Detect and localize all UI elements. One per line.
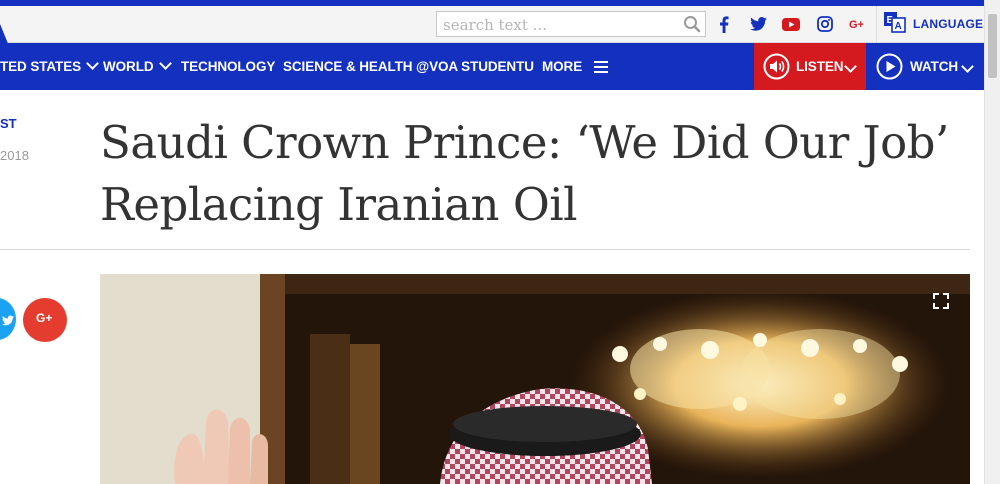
google-plus-icon[interactable]: G+ (847, 13, 869, 35)
fullscreen-icon[interactable] (932, 292, 950, 315)
search-input[interactable] (441, 13, 675, 37)
share-twitter-button[interactable] (0, 298, 16, 340)
article-category[interactable]: ST (0, 116, 17, 131)
chevron-down-icon (844, 60, 857, 73)
headline-line-1: Saudi Crown Prince: ‘We Did Our Job’ (100, 116, 949, 169)
watch-button[interactable]: WATCH (867, 43, 984, 90)
chevron-down-icon (961, 60, 974, 73)
twitter-icon[interactable] (748, 13, 768, 35)
languages-menu[interactable]: BA LANGUAGES (876, 6, 991, 42)
search-icon[interactable] (683, 15, 701, 38)
article-headline: Saudi Crown Prince: ‘We Did Our Job’ Rep… (100, 112, 970, 236)
languages-icon: BA (883, 11, 907, 38)
chevron-down-icon (158, 57, 172, 70)
nav-item-label: TECHNOLOGY (181, 59, 276, 74)
page-scrollbar[interactable] (984, 0, 1000, 484)
headline-divider (0, 249, 970, 250)
watch-label: WATCH (910, 59, 958, 74)
nav-item-technology[interactable]: TECHNOLOGY (181, 43, 275, 90)
svg-text:A: A (895, 21, 902, 32)
article-date: 2018 (0, 148, 29, 163)
svg-text:G+: G+ (849, 19, 864, 30)
speaker-icon (763, 53, 790, 85)
share-google-plus-button[interactable]: G+ (23, 298, 67, 342)
utility-bar: G+ BA LANGUAGES (0, 6, 991, 46)
facebook-icon[interactable] (716, 13, 732, 35)
google-plus-icon: G+ (35, 311, 55, 330)
twitter-icon (2, 313, 14, 331)
search-box (436, 11, 706, 37)
hamburger-icon (593, 45, 608, 92)
nav-item-label: WORLD (103, 59, 154, 74)
listen-label: LISTEN (796, 59, 844, 74)
languages-label: LANGUAGES (913, 17, 992, 31)
photo-scene (100, 274, 970, 484)
nav-item-label: TED STATES (0, 59, 82, 74)
nav-item-more[interactable]: MORE (542, 43, 608, 90)
nav-item-united-states[interactable]: TED STATES (0, 43, 99, 90)
play-icon (876, 53, 903, 85)
main-nav: TED STATES WORLD TECHNOLOGY SCIENCE & HE… (0, 43, 984, 90)
nav-item-world[interactable]: WORLD (103, 43, 172, 90)
nav-item-label: MORE (542, 59, 583, 74)
chevron-down-icon (86, 57, 99, 70)
nav-item-label: @VOA STUDENTU (416, 59, 534, 74)
nav-item-voa-studentu[interactable]: @VOA STUDENTU (416, 43, 534, 90)
svg-text:G+: G+ (36, 311, 52, 325)
nav-item-science-health[interactable]: SCIENCE & HEALTH (283, 43, 413, 90)
headline-line-2: Replacing Iranian Oil (100, 178, 578, 231)
scrollbar-thumb[interactable] (988, 14, 997, 78)
nav-item-label: SCIENCE & HEALTH (283, 59, 413, 74)
youtube-icon[interactable] (781, 13, 801, 35)
listen-button[interactable]: LISTEN (754, 43, 866, 90)
instagram-icon[interactable] (815, 13, 835, 35)
article-photo[interactable] (100, 274, 970, 484)
